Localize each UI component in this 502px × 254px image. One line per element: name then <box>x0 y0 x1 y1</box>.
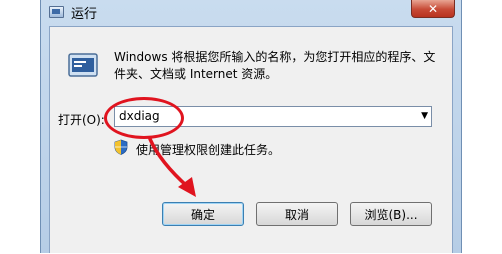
highlight-circle <box>104 97 184 139</box>
uac-shield-icon <box>114 139 128 155</box>
cancel-button[interactable]: 取消 <box>256 202 338 226</box>
close-button[interactable]: ✕ <box>411 0 455 18</box>
window-title: 运行 <box>71 7 98 22</box>
ok-button[interactable]: 确定 <box>162 202 244 226</box>
run-dialog-icon <box>49 6 64 18</box>
admin-note: 使用管理权限创建此任务。 <box>136 143 281 157</box>
page-background-right <box>462 0 502 253</box>
browse-button[interactable]: 浏览(B)... <box>350 202 432 226</box>
dialog-description: Windows 将根据您所输入的名称，为您打开相应的程序、文件夹、文档或 Int… <box>114 50 436 81</box>
run-program-icon <box>68 53 98 77</box>
title-bar: 运行 ✕ <box>41 0 461 24</box>
dialog-body: Windows 将根据您所输入的名称，为您打开相应的程序、文件夹、文档或 Int… <box>49 26 453 253</box>
open-label: 打开(O): <box>58 113 105 127</box>
run-dialog-window: 运行 ✕ Windows 将根据您所输入的名称，为您打开相应的程序、文件夹、文档… <box>40 0 462 253</box>
chevron-down-icon[interactable]: ▼ <box>421 111 428 121</box>
page-background-left <box>0 0 40 253</box>
